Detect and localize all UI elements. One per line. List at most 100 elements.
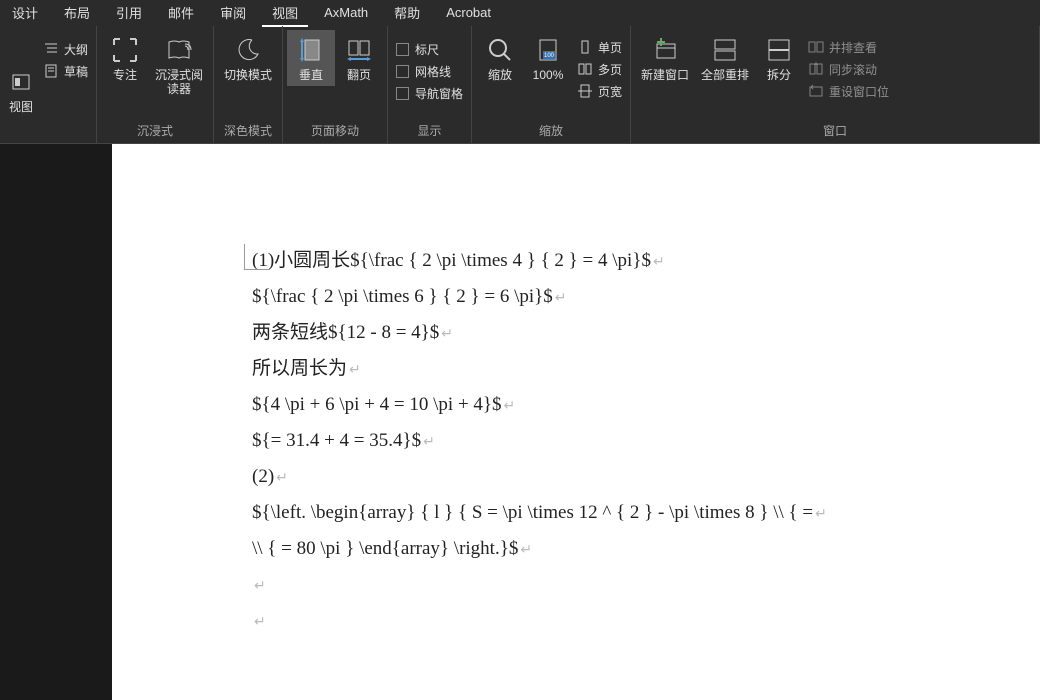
- flip-icon: [343, 34, 375, 66]
- side-by-side-button[interactable]: 并排查看: [803, 36, 893, 58]
- return-mark: ↵: [653, 255, 665, 270]
- cursor-indicator: [244, 244, 270, 270]
- zoom-label: 缩放: [488, 68, 512, 82]
- multi-page-button[interactable]: 多页: [572, 58, 626, 80]
- menu-help[interactable]: 帮助: [384, 0, 430, 27]
- draft-button[interactable]: 草稿: [38, 60, 92, 82]
- menu-axmath[interactable]: AxMath: [314, 2, 378, 25]
- ruler-checkbox[interactable]: 标尺: [392, 38, 467, 60]
- darkmode-group-label: 深色模式: [218, 118, 278, 143]
- menu-acrobat[interactable]: Acrobat: [436, 2, 501, 25]
- immersive-reader-button[interactable]: 沉浸式阅读器: [149, 30, 209, 100]
- return-mark: ↵: [815, 507, 827, 522]
- page-width-button[interactable]: 页宽: [572, 80, 626, 102]
- outline-button[interactable]: 大纲: [38, 38, 92, 60]
- doc-line: ${\frac { 2 \pi \times 6 } { 2 } = 6 \pi…: [172, 280, 1000, 316]
- sync-scroll-label: 同步滚动: [829, 61, 877, 78]
- navpane-label: 导航窗格: [415, 85, 463, 102]
- return-mark: ↵: [504, 399, 516, 414]
- svg-text:100: 100: [544, 53, 555, 59]
- doc-line: \\ { = 80 \pi } \end{array} \right.}$↵: [172, 532, 1000, 568]
- hundred-label: 100%: [533, 68, 564, 82]
- split-label: 拆分: [767, 68, 791, 82]
- split-button[interactable]: 拆分: [755, 30, 803, 86]
- hundred-icon: 100: [532, 34, 564, 66]
- new-window-label: 新建窗口: [641, 68, 689, 82]
- group-pagemove: 垂直 翻页 页面移动: [283, 26, 388, 143]
- outline-label: 大纲: [64, 41, 88, 58]
- return-mark: ↵: [349, 363, 361, 378]
- page-width-label: 页宽: [598, 83, 622, 100]
- menu-layout[interactable]: 布局: [54, 0, 100, 27]
- menu-view[interactable]: 视图: [262, 0, 308, 27]
- arrange-all-icon: [709, 34, 741, 66]
- menu-references[interactable]: 引用: [106, 0, 152, 27]
- display-group-label: 显示: [392, 118, 467, 143]
- workspace: (1)小圆周长${\frac { 2 \pi \times 4 } { 2 } …: [0, 144, 1040, 700]
- reset-window-button[interactable]: 重设窗口位: [803, 80, 893, 102]
- document-content: (1)小圆周长${\frac { 2 \pi \times 4 } { 2 } …: [172, 244, 1000, 640]
- vertical-button[interactable]: 垂直: [287, 30, 335, 86]
- switch-mode-button[interactable]: 切换模式: [218, 30, 278, 86]
- reader-icon: [163, 34, 195, 66]
- sync-scroll-button[interactable]: 同步滚动: [803, 58, 893, 80]
- focus-button[interactable]: 专注: [101, 30, 149, 86]
- group-window: 新建窗口 全部重排 拆分 并排查看: [631, 26, 1040, 143]
- menu-review[interactable]: 审阅: [210, 0, 256, 27]
- outline-icon: [42, 40, 60, 58]
- return-mark: ↵: [555, 291, 567, 306]
- draft-icon: [42, 62, 60, 80]
- gridlines-label: 网格线: [415, 63, 451, 80]
- group-display: 标尺 网格线 导航窗格 显示: [388, 26, 472, 143]
- immersive-group-label: 沉浸式: [101, 118, 209, 143]
- doc-line: ↵: [172, 568, 1000, 604]
- zoom-button[interactable]: 缩放: [476, 30, 524, 86]
- return-mark: ↵: [254, 615, 266, 630]
- arrange-all-button[interactable]: 全部重排: [695, 30, 755, 86]
- return-mark: ↵: [520, 543, 532, 558]
- switch-label: 切换模式: [224, 68, 272, 82]
- views-button[interactable]: 视图: [4, 62, 38, 118]
- group-immersive: 专注 沉浸式阅读器 沉浸式: [97, 26, 214, 143]
- reset-window-icon: [807, 82, 825, 100]
- doc-line: (1)小圆周长${\frac { 2 \pi \times 4 } { 2 } …: [172, 244, 1000, 280]
- split-icon: [763, 34, 795, 66]
- checkbox-icon: [396, 43, 409, 56]
- flip-label: 翻页: [347, 68, 371, 82]
- doc-line: 两条短线${12 - 8 = 4}$↵: [172, 316, 1000, 352]
- page-width-icon: [576, 82, 594, 100]
- draft-label: 草稿: [64, 63, 88, 80]
- gridlines-checkbox[interactable]: 网格线: [392, 60, 467, 82]
- group-darkmode: 切换模式 深色模式: [214, 26, 283, 143]
- return-mark: ↵: [254, 579, 266, 594]
- new-window-icon: [649, 34, 681, 66]
- doc-line: 所以周长为↵: [172, 352, 1000, 388]
- vertical-icon: [295, 34, 327, 66]
- checkbox-icon: [396, 65, 409, 78]
- menubar: 设计 布局 引用 邮件 审阅 视图 AxMath 帮助 Acrobat: [0, 0, 1040, 26]
- arrange-all-label: 全部重排: [701, 68, 749, 82]
- side-by-side-icon: [807, 38, 825, 56]
- menu-mailings[interactable]: 邮件: [158, 0, 204, 27]
- multi-page-label: 多页: [598, 61, 622, 78]
- new-window-button[interactable]: 新建窗口: [635, 30, 695, 86]
- side-by-side-label: 并排查看: [829, 39, 877, 56]
- single-page-button[interactable]: 单页: [572, 36, 626, 58]
- navpane-checkbox[interactable]: 导航窗格: [392, 82, 467, 104]
- side-margin: [0, 144, 112, 700]
- return-mark: ↵: [423, 435, 435, 450]
- hundred-button[interactable]: 100 100%: [524, 30, 572, 86]
- zoom-icon: [484, 34, 516, 66]
- zoom-group-label: 缩放: [476, 118, 626, 143]
- reset-window-label: 重设窗口位: [829, 83, 889, 100]
- focus-icon: [109, 34, 141, 66]
- doc-line: ${4 \pi + 6 \pi + 4 = 10 \pi + 4}$↵: [172, 388, 1000, 424]
- menu-design[interactable]: 设计: [2, 0, 48, 27]
- group-zoom: 缩放 100 100% 单页 多页: [472, 26, 631, 143]
- group-views: 视图 大纲 草稿: [0, 26, 97, 143]
- document-page[interactable]: (1)小圆周长${\frac { 2 \pi \times 4 } { 2 } …: [112, 144, 1040, 700]
- flip-button[interactable]: 翻页: [335, 30, 383, 86]
- ruler-label: 标尺: [415, 41, 439, 58]
- doc-line: ↵: [172, 604, 1000, 640]
- reader-label: 沉浸式阅读器: [151, 68, 207, 96]
